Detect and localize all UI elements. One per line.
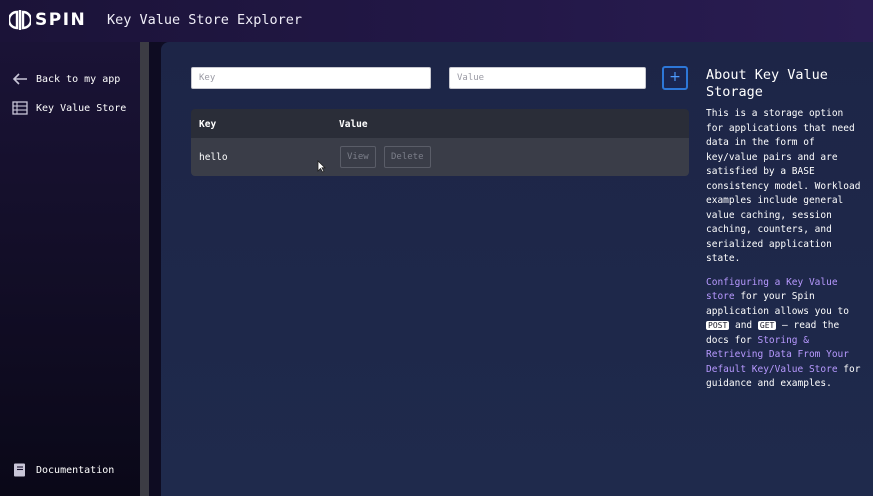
- arrow-left-icon: [12, 73, 27, 85]
- sidebar-item-back[interactable]: Back to my app: [12, 72, 120, 86]
- sidebar-scrollbar[interactable]: [140, 42, 149, 496]
- about-heading: About Key Value Storage: [706, 67, 828, 100]
- sidebar-item-label: Documentation: [36, 464, 115, 476]
- spin-logo-icon: [9, 10, 31, 30]
- sidebar-item-label: Key Value Store: [36, 102, 127, 114]
- add-button[interactable]: +: [662, 66, 688, 90]
- top-bar: SPIN Key Value Store Explorer: [0, 0, 873, 42]
- post-code-badge: POST: [706, 321, 730, 330]
- value-input[interactable]: [449, 67, 646, 89]
- row-key: hello: [199, 152, 228, 163]
- delete-button[interactable]: Delete: [384, 146, 431, 168]
- column-header-key: Key: [199, 119, 217, 130]
- book-icon: [14, 463, 25, 477]
- sidebar-item-key-value-store[interactable]: Key Value Store: [12, 101, 126, 115]
- logo-text: SPIN: [35, 10, 87, 30]
- about-text: and: [729, 320, 758, 331]
- spin-logo[interactable]: SPIN: [9, 9, 86, 31]
- gutter: [149, 42, 161, 496]
- about-panel: About Key Value Storage This is a storag…: [706, 67, 864, 392]
- about-docs-paragraph: Configuring a Key Value store for your S…: [706, 276, 864, 392]
- table-row: hello View Delete: [191, 138, 689, 176]
- kv-table: Key Value hello View Delete: [191, 109, 689, 176]
- mouse-cursor-icon: [317, 160, 326, 173]
- sidebar-item-documentation[interactable]: Documentation: [12, 463, 114, 477]
- get-code-badge: GET: [757, 321, 777, 330]
- column-header-value: Value: [339, 119, 368, 130]
- about-description: This is a storage option for application…: [706, 108, 861, 264]
- table-icon: [12, 101, 28, 115]
- key-input[interactable]: [191, 67, 431, 89]
- view-button[interactable]: View: [340, 146, 376, 168]
- sidebar-item-label: Back to my app: [36, 73, 121, 85]
- table-header: Key Value: [191, 109, 689, 138]
- page-title: Key Value Store Explorer: [107, 12, 303, 28]
